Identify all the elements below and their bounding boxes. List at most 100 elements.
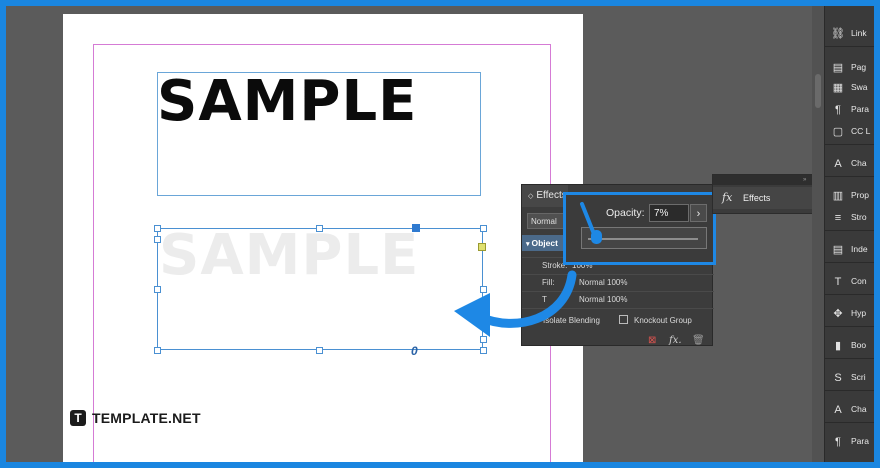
right-panel-dock: ⛓ Link ▤ Pag ▦ Swa ¶ Para ▢ CC L A Cha ▥ Prop ≡ Stro ▤ In… — [824, 6, 874, 462]
dock-item-pages[interactable]: ▤ Pag — [829, 58, 874, 78]
clear-effects-icon[interactable]: ⊠ — [648, 335, 656, 346]
dock-separator — [825, 46, 874, 47]
dock-item-bookmarks[interactable]: ▮ Boo — [829, 336, 874, 356]
dock-item-cc-libraries[interactable]: ▢ CC L — [829, 122, 874, 142]
selection-handle-bottom-center[interactable] — [316, 347, 323, 354]
dock-separator — [825, 176, 874, 177]
conditional-text-icon: T — [834, 276, 842, 288]
dock-item-character[interactable]: A Cha — [829, 154, 874, 174]
dock-item-label: Prop — [851, 190, 869, 200]
fx-effects-button[interactable]: fx Effects — [713, 187, 823, 209]
selection-handle-bottom-left[interactable] — [154, 347, 161, 354]
selection-handle-top-right[interactable] — [480, 225, 487, 232]
dock-separator — [825, 358, 874, 359]
text-value: Normal 100% — [579, 295, 628, 304]
dock-item-label: Swa — [851, 82, 868, 92]
fx-effects-label: Effects — [743, 193, 771, 203]
trash-icon[interactable]: 🗑 — [692, 335, 705, 346]
dock-item-label: Cha — [851, 404, 867, 414]
dock-item-conditional-text[interactable]: T Con — [829, 272, 874, 292]
paragraph-icon: ¶ — [835, 104, 841, 116]
dock-item-label: Inde — [851, 244, 868, 254]
dock-separator — [825, 422, 874, 423]
dock-separator — [825, 390, 874, 391]
dock-item-label: CC L — [851, 126, 871, 136]
dock-item-label: Cha — [851, 158, 867, 168]
watermark-text: TEMPLATE.NET — [92, 410, 201, 426]
fx-icon[interactable]: fx. — [669, 335, 682, 346]
template-net-watermark: T TEMPLATE.NET — [70, 410, 201, 426]
document-page: SAMPLE SAMPLE 0 — [63, 14, 583, 462]
content-grabber-handle[interactable] — [412, 224, 420, 232]
faded-sample-text[interactable]: SAMPLE — [159, 224, 419, 288]
selection-handle-left-inport[interactable] — [154, 236, 161, 243]
screenshot-frame: SAMPLE SAMPLE 0 T TEMPLATE.NET ◇ Effects… — [0, 0, 880, 468]
swatches-icon: ▦ — [832, 82, 844, 94]
character-styles-icon: A — [834, 404, 842, 416]
live-corner-handle[interactable] — [478, 243, 486, 251]
pages-icon: ▤ — [832, 62, 844, 74]
dock-separator — [825, 144, 874, 145]
bookmarks-icon: ▮ — [834, 340, 842, 352]
sample-heading-text[interactable]: SAMPLE — [157, 70, 417, 134]
dock-item-stroke[interactable]: ≡ Stro — [829, 208, 874, 228]
dock-scrollbar[interactable] — [812, 6, 824, 462]
dock-item-scripts[interactable]: S Scri — [829, 368, 874, 388]
curved-arrow-icon — [454, 270, 577, 337]
dock-item-label: Para — [851, 436, 869, 446]
dock-item-character-styles[interactable]: A Cha — [829, 400, 874, 420]
dock-item-index[interactable]: ▤ Inde — [829, 240, 874, 260]
paragraph-styles-icon: ¶ — [835, 436, 841, 448]
dock-separator — [825, 294, 874, 295]
dock-item-properties[interactable]: ▥ Prop — [829, 186, 874, 206]
template-logo-icon: T — [70, 410, 86, 426]
effects-mini-panel: » ✕ fx Effects — [712, 174, 824, 214]
dock-item-label: Pag — [851, 62, 867, 72]
hyperlinks-icon: ✥ — [833, 308, 843, 320]
opacity-input[interactable]: 7% — [649, 204, 689, 222]
scripts-icon: S — [834, 372, 842, 384]
dock-item-label: Hyp — [851, 308, 867, 318]
character-icon: A — [834, 158, 842, 170]
selection-handle-top-left[interactable] — [154, 225, 161, 232]
dock-separator — [825, 262, 874, 263]
selection-handle-top-center[interactable] — [316, 225, 323, 232]
dock-item-label: Scri — [851, 372, 866, 382]
knockout-group-checkbox[interactable] — [619, 315, 628, 324]
effects-panel-tab[interactable]: ◇ Effects — [522, 185, 568, 207]
pointer-arrow-icon — [580, 202, 596, 236]
fx-icon: fx — [722, 191, 733, 204]
opacity-slider-toggle[interactable]: › — [690, 204, 707, 222]
dock-item-label: Link — [851, 28, 867, 38]
chevron-right-icon: › — [696, 208, 701, 220]
dock-item-label: Boo — [851, 340, 867, 350]
dock-item-swatches[interactable]: ▦ Swa — [829, 78, 874, 98]
fx-panel-header[interactable]: » ✕ — [713, 175, 823, 185]
panel-collapse-icon[interactable]: ◇ — [528, 193, 533, 200]
link-icon: ⛓ — [831, 28, 845, 40]
text-thread-indicator: 0 — [411, 344, 418, 358]
dock-item-hyperlinks[interactable]: ✥ Hyp — [829, 304, 874, 324]
fill-value: Normal 100% — [579, 278, 628, 287]
selection-handle-bottom-right[interactable] — [480, 347, 487, 354]
cc-libraries-icon: ▢ — [832, 126, 844, 138]
dock-item-paragraph[interactable]: ¶ Para — [829, 100, 874, 120]
properties-icon: ▥ — [832, 190, 844, 202]
opacity-label: Opacity: — [606, 207, 645, 219]
effects-object-row[interactable]: ▾ Object — [522, 235, 566, 251]
dock-scrollbar-thumb[interactable] — [815, 74, 821, 108]
object-label: Object — [531, 238, 558, 248]
dock-item-label: Con — [851, 276, 867, 286]
knockout-group-label: Knockout Group — [634, 316, 692, 325]
indesign-workspace: SAMPLE SAMPLE 0 T TEMPLATE.NET ◇ Effects… — [6, 6, 874, 462]
dock-item-link[interactable]: ⛓ Link — [829, 24, 874, 44]
selection-handle-middle-left[interactable] — [154, 286, 161, 293]
dock-item-paragraph-styles[interactable]: ¶ Para — [829, 432, 874, 452]
dock-separator — [825, 230, 874, 231]
dock-item-label: Stro — [851, 212, 867, 222]
panel-expand-icon[interactable]: » — [803, 177, 806, 183]
dock-item-label: Para — [851, 104, 869, 114]
dock-separator — [825, 326, 874, 327]
index-icon: ▤ — [832, 244, 844, 256]
stroke-icon: ≡ — [834, 212, 842, 224]
